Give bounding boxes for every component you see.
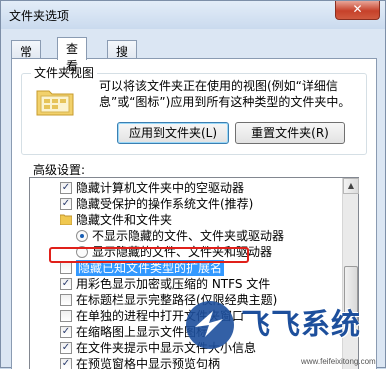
window-title: 文件夹选项 [9,9,70,23]
folder-view-icon [36,90,74,116]
tab-search[interactable]: 搜索 [107,40,138,76]
checkbox-checked[interactable]: ✓ [60,182,72,194]
checkbox-unchecked[interactable] [60,262,72,274]
scroll-up-button[interactable]: ▲ [343,178,359,194]
brand-logo-icon [186,301,234,349]
watermark: 飞飞系统 www.feifeixitong.com [183,297,383,366]
title-bar[interactable]: 文件夹选项 [1,1,385,29]
folder-view-title: 文件夹视图 [31,64,98,81]
checkbox-checked[interactable]: ✓ [60,326,72,338]
folder-options-dialog: 文件夹选项 ✕ 常规 查看 搜索 文件夹视图 可以将该文件夹正在使用的视图(例如… [0,0,386,369]
close-button[interactable]: ✕ [335,1,380,20]
checkbox-unchecked[interactable] [60,294,72,306]
folder-icon [60,214,72,225]
reset-folders-button[interactable]: 重置文件夹(R) [235,122,345,144]
checkbox-checked[interactable]: ✓ [60,198,72,210]
apply-to-folders-button[interactable]: 应用到文件夹(L) [117,122,229,144]
checkbox-checked[interactable]: ✓ [60,342,72,354]
checkbox-checked[interactable]: ✓ [60,358,72,369]
brand-url: www.feifeixitong.com [301,357,376,366]
close-icon: ✕ [352,2,363,16]
checkbox-unchecked[interactable] [60,310,72,322]
checkbox-checked[interactable]: ✓ [60,278,72,290]
tab-general[interactable]: 常规 [11,40,42,76]
tab-view[interactable]: 查看 [57,37,88,73]
brand-name: 飞飞系统 [241,307,362,341]
folder-view-description: 可以将该文件夹正在使用的视图(例如“详细信息”或“图标”)应用到所有这种类型的文… [99,79,351,109]
advanced-settings-label: 高级设置: [33,163,86,177]
radio-selected[interactable] [76,230,88,242]
highlight-annotation-box [49,247,249,263]
chevron-up-icon: ▲ [347,181,355,190]
